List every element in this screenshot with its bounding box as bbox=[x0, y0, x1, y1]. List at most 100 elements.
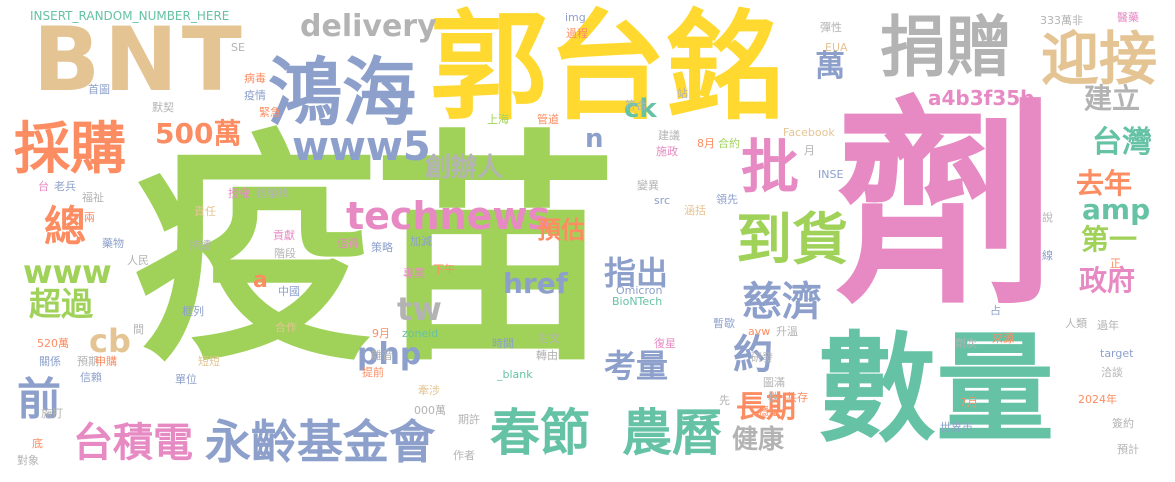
word-cloud-word: 月 bbox=[804, 144, 815, 157]
word-cloud-word: 彈性 bbox=[820, 21, 842, 34]
word-cloud-word: 台灣 bbox=[1092, 125, 1152, 160]
word-cloud-word: 短短 bbox=[198, 355, 220, 368]
word-cloud-word: 建議 bbox=[658, 129, 680, 142]
word-cloud-word: 株 bbox=[768, 391, 779, 404]
word-cloud-word: 萬 bbox=[815, 49, 845, 84]
word-cloud-word: EUA bbox=[825, 41, 848, 54]
word-cloud-word: 健康 bbox=[732, 425, 785, 455]
word-cloud-word: 首圖 bbox=[88, 83, 110, 96]
word-cloud-word: 劑次 bbox=[955, 337, 977, 350]
word-cloud-word: 春節 bbox=[490, 404, 590, 462]
word-cloud-word: 加減 bbox=[410, 235, 432, 248]
word-cloud-word: 涵括 bbox=[684, 204, 706, 217]
word-cloud-word: 人民 bbox=[127, 254, 149, 267]
word-cloud-word: 階段 bbox=[274, 247, 296, 260]
word-cloud-word: 老兵 bbox=[54, 180, 76, 193]
word-cloud-word: img bbox=[565, 11, 586, 24]
word-cloud-word: 兩 bbox=[84, 211, 95, 224]
word-cloud-word: 緊急 bbox=[259, 106, 281, 119]
word-cloud-word: 世界市 bbox=[940, 421, 973, 434]
word-cloud-word: technews bbox=[346, 194, 551, 238]
word-cloud-word: 先 bbox=[719, 394, 730, 407]
word-cloud-word: src bbox=[654, 194, 671, 207]
word-cloud-word: 貼文 bbox=[538, 332, 560, 345]
word-cloud-word: 站 bbox=[677, 87, 688, 100]
word-cloud-word: n bbox=[585, 124, 604, 154]
word-cloud-word: 000萬 bbox=[414, 404, 446, 417]
word-cloud-word: 持續 bbox=[189, 239, 211, 252]
word-cloud-word: 下午 bbox=[433, 263, 455, 276]
word-cloud-word: 台 bbox=[38, 180, 49, 193]
word-cloud-word: 施政 bbox=[656, 145, 678, 158]
word-cloud-word: 2024年 bbox=[1078, 393, 1117, 406]
word-cloud-word: 研發 bbox=[751, 351, 773, 364]
word-cloud-word: 時間 bbox=[492, 337, 514, 350]
word-cloud-word: avw bbox=[748, 325, 771, 338]
word-cloud-word: 迎接 bbox=[1041, 25, 1158, 93]
word-cloud-word: 策略 bbox=[371, 241, 393, 254]
word-cloud-word: www5 bbox=[292, 124, 431, 170]
word-cloud-word: 底 bbox=[32, 437, 43, 450]
word-cloud-word: 說 bbox=[1042, 211, 1053, 224]
word-cloud: 疫苗 劑 數量 郭台銘 BNT 鴻海 捐贈 迎接 採購 批 到貨 春節 農曆 t… bbox=[0, 0, 1175, 482]
word-cloud-word: 來源 bbox=[992, 332, 1014, 345]
word-cloud-word: 管道 bbox=[537, 113, 559, 126]
word-cloud-word: 變異 bbox=[637, 179, 659, 192]
word-cloud-word: SE bbox=[231, 41, 245, 54]
word-cloud-word: INSE bbox=[818, 168, 844, 181]
word-cloud-word: 鴻海 bbox=[268, 50, 416, 136]
word-cloud-word: delivery bbox=[300, 9, 437, 44]
word-cloud-word: Facebook bbox=[783, 126, 835, 139]
word-cloud-word: 第一 bbox=[1081, 223, 1138, 256]
word-cloud-word: 9月 bbox=[372, 327, 390, 340]
word-cloud-word: 農曆 bbox=[622, 404, 722, 462]
word-cloud-word: 郭台銘 bbox=[430, 0, 785, 136]
word-cloud-word: 藥物 bbox=[102, 237, 124, 250]
word-cloud-word: 人類 bbox=[1065, 317, 1087, 330]
word-cloud-word: 慈濟 bbox=[742, 279, 822, 325]
word-cloud-word: 單位 bbox=[175, 373, 197, 386]
word-cloud-word: 台積電 bbox=[73, 420, 193, 466]
word-cloud-word: 授權 bbox=[228, 187, 250, 200]
word-cloud-word: 考量 bbox=[604, 347, 669, 385]
word-cloud-word: 福祉 bbox=[82, 191, 104, 204]
word-cloud-word: 到貨 bbox=[736, 208, 848, 273]
word-cloud-word: href bbox=[503, 267, 568, 300]
word-cloud-word: 正 bbox=[1110, 257, 1121, 270]
word-cloud-word: 333萬非 bbox=[1040, 14, 1083, 27]
word-cloud-word: 數量 bbox=[818, 320, 1055, 458]
word-cloud-word: 總 bbox=[44, 202, 87, 251]
word-cloud-word: 520萬 bbox=[37, 337, 69, 350]
word-cloud-word: 上海 bbox=[487, 113, 509, 126]
word-cloud-word: 醫藥 bbox=[1117, 11, 1139, 24]
word-cloud-word: 作者 bbox=[453, 449, 475, 462]
word-cloud-word: 框列 bbox=[182, 305, 204, 318]
word-cloud-word: tw bbox=[397, 290, 442, 328]
word-cloud-word: 共存 bbox=[786, 391, 808, 404]
word-cloud-word: 施打 bbox=[41, 407, 63, 420]
word-cloud-word: 超過 bbox=[29, 285, 94, 323]
word-cloud-word: 專業 bbox=[403, 267, 425, 280]
word-cloud-word: 期許 bbox=[458, 413, 480, 426]
word-cloud-word: 牽涉 bbox=[418, 384, 440, 397]
word-cloud-word: 病毒 bbox=[244, 72, 266, 85]
word-cloud-word: 中國 bbox=[278, 285, 300, 298]
word-cloud-word: 雜音 bbox=[371, 349, 393, 362]
word-cloud-word: zoneid bbox=[402, 327, 439, 340]
word-cloud-word: 提前 bbox=[362, 366, 384, 379]
word-cloud-word: 占 bbox=[990, 304, 1001, 317]
word-cloud-word: 暫歇 bbox=[713, 317, 735, 330]
word-cloud-word: INSERT_RANDOM_NUMBER_HERE bbox=[30, 9, 230, 23]
word-cloud-word: 圖滿 bbox=[763, 376, 785, 389]
word-cloud-word: 合作 bbox=[275, 321, 297, 334]
word-cloud-word: 領先 bbox=[716, 193, 738, 206]
word-cloud-word: BioNTech bbox=[612, 295, 663, 308]
word-cloud-word: 建立 bbox=[1084, 82, 1141, 115]
word-cloud-word: 採購 bbox=[14, 117, 126, 182]
word-cloud-word: 責任 bbox=[194, 205, 216, 218]
word-cloud-word: 關係 bbox=[39, 355, 61, 368]
word-cloud-word: a bbox=[253, 268, 268, 293]
word-cloud-word: www bbox=[23, 253, 112, 291]
word-cloud-word: 疫情 bbox=[244, 89, 266, 102]
word-cloud-word: 簽約 bbox=[1112, 417, 1134, 430]
